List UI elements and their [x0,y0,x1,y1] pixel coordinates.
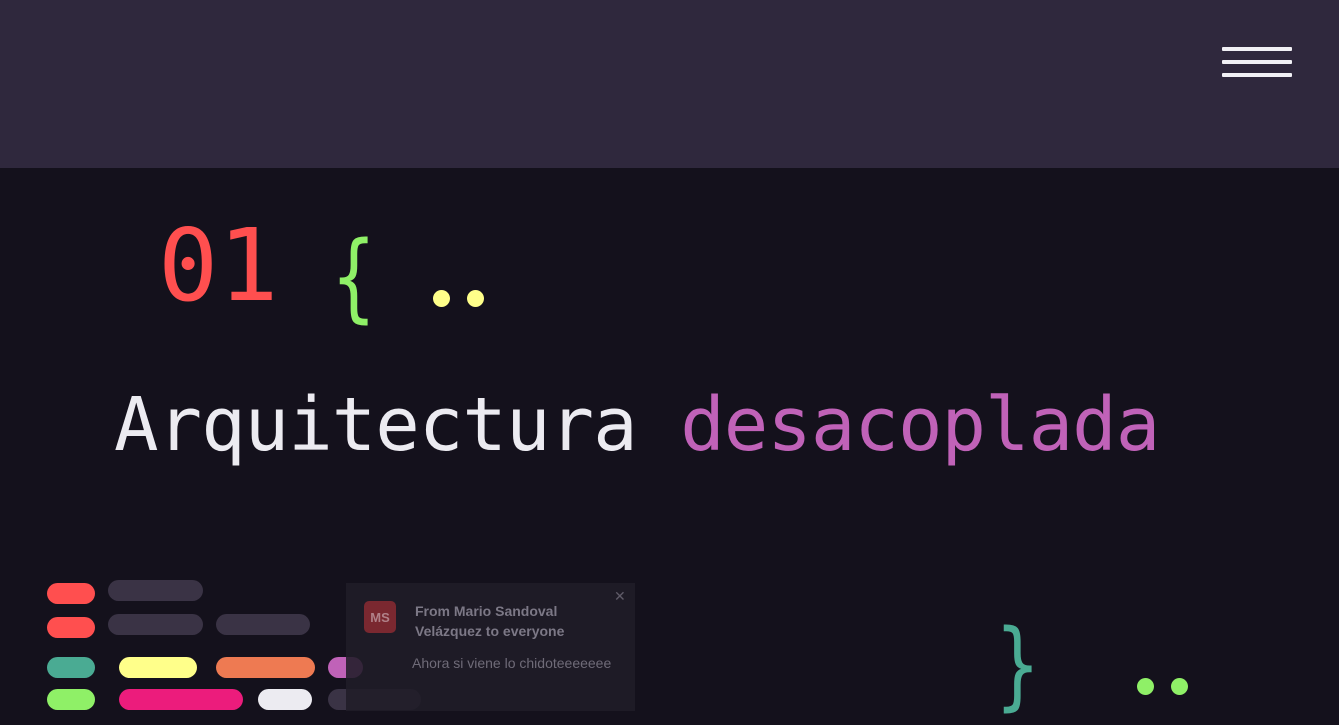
hamburger-menu-icon[interactable] [1220,44,1292,82]
title-word-accent: desacoplada [680,382,1160,468]
menu-line [1222,60,1292,64]
code-pill [216,657,315,678]
title-word-primary: Arquitectura [114,382,638,468]
open-brace: { [332,221,376,333]
code-pill [47,689,95,710]
yellow-dot [433,290,450,307]
slide-title: Arquitectura desacoplada [114,382,1160,468]
code-pill [216,614,310,635]
green-dot [1171,678,1188,695]
code-pill [258,689,312,710]
menu-line [1222,73,1292,77]
notification-sender: From Mario Sandoval Velázquez to everyon… [415,603,565,639]
slide-number: 01 [158,207,279,324]
code-pill [47,583,95,604]
code-pill [47,657,95,678]
close-brace: } [996,609,1040,721]
chat-notification[interactable]: MS From Mario Sandoval Velázquez to ever… [346,583,635,711]
notification-message: Ahora si viene lo chidoteeeeeee [412,655,612,671]
green-dot [1137,678,1154,695]
avatar: MS [364,601,396,633]
code-pill [119,689,243,710]
code-pill [108,580,203,601]
code-pill [47,617,95,638]
close-icon[interactable]: ✕ [614,588,626,605]
code-pill [108,614,203,635]
code-pill [119,657,197,678]
top-header-bar [0,0,1339,168]
yellow-dot [467,290,484,307]
menu-line [1222,47,1292,51]
